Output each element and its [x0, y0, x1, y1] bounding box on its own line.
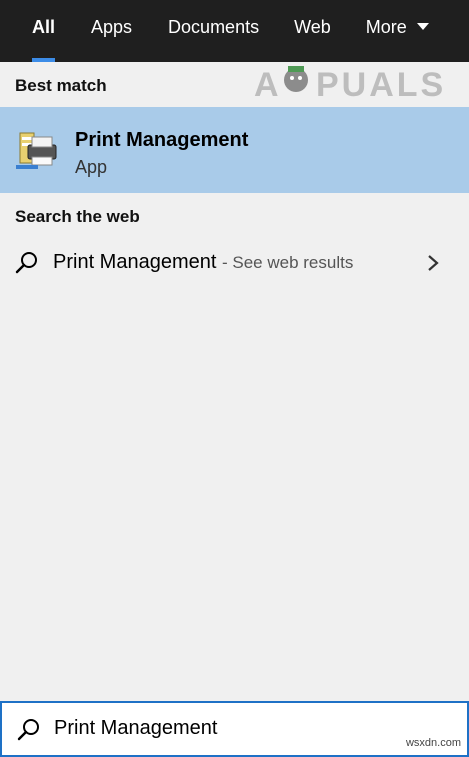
- search-icon: [17, 719, 39, 741]
- tab-more-label: More: [365, 16, 407, 37]
- web-search-result[interactable]: Print Management - See web results: [0, 240, 469, 286]
- best-match-subtitle: App: [75, 157, 108, 177]
- appuals-logo: A PUALS: [254, 66, 446, 102]
- web-result-query: Print Management: [53, 251, 217, 273]
- chevron-right-icon[interactable]: [426, 254, 440, 272]
- best-match-title: Print Management: [75, 129, 249, 151]
- web-result-text: Print Management - See web results: [53, 251, 353, 274]
- search-input[interactable]: [54, 713, 454, 743]
- web-result-suffix: - See web results: [221, 253, 354, 272]
- search-filter-tabs: All Apps Documents Web More: [0, 0, 469, 62]
- search-box[interactable]: [0, 701, 469, 757]
- site-credit: wsxdn.com: [405, 737, 461, 749]
- tab-documents[interactable]: Documents: [168, 0, 259, 54]
- tab-apps[interactable]: Apps: [91, 0, 132, 54]
- chevron-down-icon: [416, 22, 429, 30]
- search-the-web-heading: Search the web: [15, 207, 140, 226]
- search-icon: [15, 252, 37, 274]
- best-match-result[interactable]: Print Management App: [0, 107, 469, 193]
- printer-icon: [16, 132, 57, 169]
- tab-web[interactable]: Web: [294, 0, 331, 54]
- svg-text:A: A: [254, 66, 279, 102]
- tab-more[interactable]: More: [366, 0, 429, 54]
- svg-text:PUALS: PUALS: [316, 66, 446, 102]
- tab-all[interactable]: All: [32, 0, 56, 62]
- best-match-heading: Best match: [15, 76, 107, 95]
